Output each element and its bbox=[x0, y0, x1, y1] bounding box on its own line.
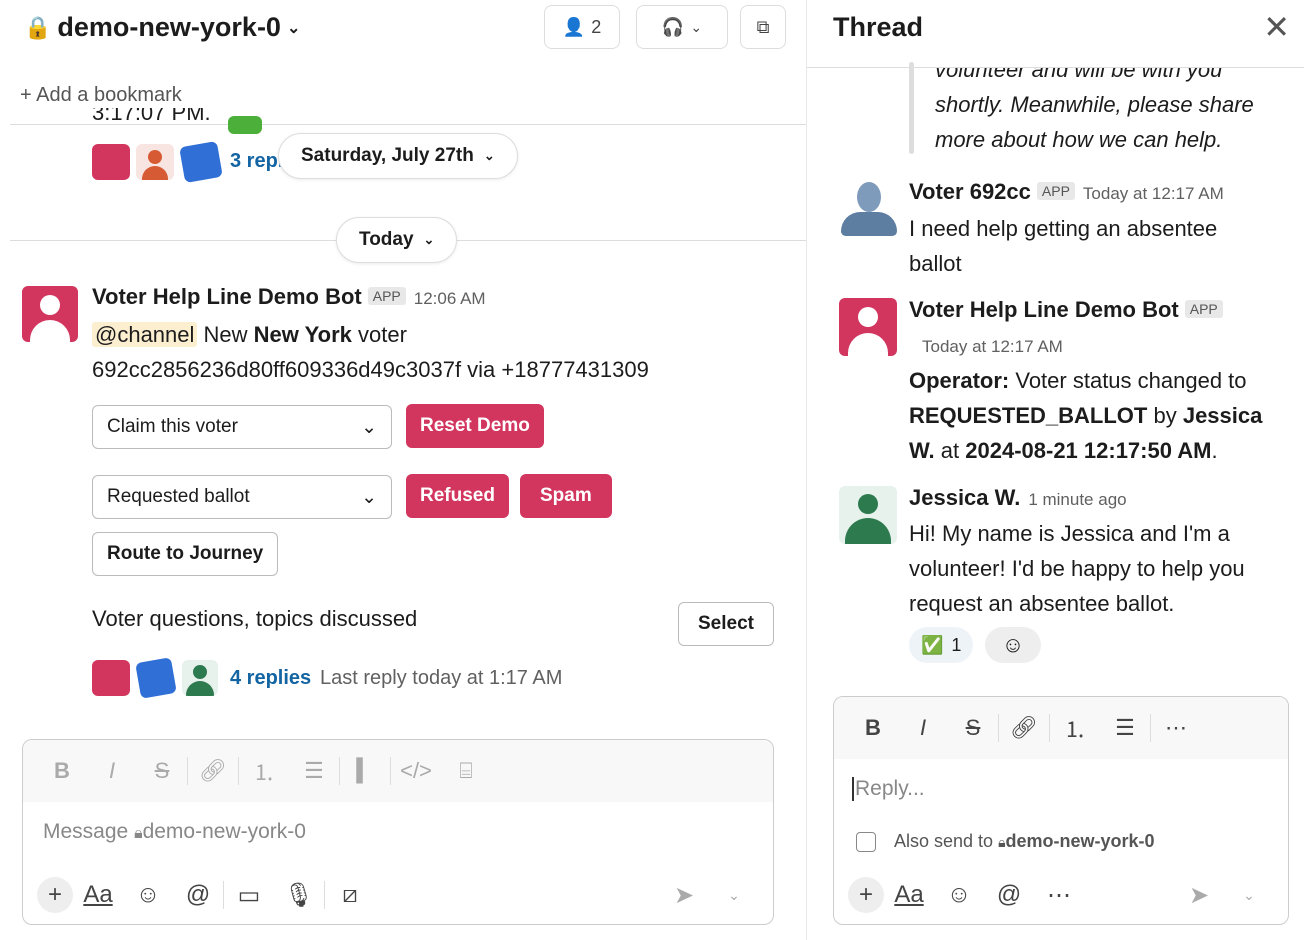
voter-avatar[interactable] bbox=[841, 180, 897, 238]
bot-avatar[interactable] bbox=[22, 286, 78, 342]
microphone-icon[interactable]: 🎙︎ bbox=[274, 881, 324, 910]
members-button[interactable]: 👤 2 bbox=[544, 5, 620, 49]
chevron-down-icon: ⌄ bbox=[423, 232, 435, 247]
strikethrough-icon[interactable]: S bbox=[137, 758, 187, 784]
lock-icon: 🔒 bbox=[24, 14, 52, 40]
status-message: Operator: Voter status changed to REQUES… bbox=[909, 368, 1263, 463]
check-icon: ✅ bbox=[921, 634, 944, 655]
bold-icon[interactable]: B bbox=[37, 758, 87, 784]
ordered-list-icon[interactable]: ⒈ bbox=[239, 755, 289, 787]
canvas-button[interactable]: ⧉ bbox=[740, 5, 786, 49]
channel-mention[interactable]: @channel bbox=[92, 322, 198, 347]
person-icon: 👤 bbox=[562, 16, 586, 37]
mention-icon[interactable]: @ bbox=[984, 881, 1034, 909]
reset-demo-button[interactable]: Reset Demo bbox=[406, 404, 544, 448]
route-to-journey-button[interactable]: Route to Journey bbox=[92, 532, 279, 576]
thread-replies-link[interactable]: 4 replies bbox=[230, 667, 311, 690]
chevron-down-icon: ⌄ bbox=[286, 19, 301, 37]
italic-icon[interactable]: I bbox=[898, 715, 948, 741]
canvas-icon: ⧉ bbox=[756, 16, 770, 37]
chevron-down-icon: ⌄ bbox=[361, 416, 377, 438]
code-icon[interactable]: </> bbox=[391, 758, 441, 784]
link-icon[interactable]: 🔗︎ bbox=[188, 758, 238, 784]
message-time[interactable]: 12:06 AM bbox=[414, 289, 486, 308]
reply-composer: B I S 🔗︎ ⒈ ☰ ⋯ Reply... Also send to 🔒︎demo-ne… bbox=[833, 696, 1289, 925]
message-body: @channel New New York voter 692cc2856236d… bbox=[92, 322, 649, 382]
avatar bbox=[92, 660, 130, 696]
emoji-icon[interactable]: ☺ bbox=[934, 881, 984, 909]
bold-icon[interactable]: B bbox=[848, 715, 898, 741]
chevron-down-icon[interactable]: ⌄ bbox=[1224, 887, 1274, 904]
channel-title[interactable]: 🔒 demo-new-york-0 ⌄ bbox=[24, 12, 300, 43]
emoji-icon[interactable]: ☺ bbox=[123, 881, 173, 909]
chevron-down-icon: ⌄ bbox=[690, 18, 703, 35]
bullet-list-icon[interactable]: ☰ bbox=[1100, 715, 1150, 741]
thread-pane: Thread ✕ volunteer and will be with you s… bbox=[806, 0, 1304, 940]
italic-icon[interactable]: I bbox=[87, 758, 137, 784]
select-button[interactable]: Select bbox=[678, 602, 774, 646]
send-icon[interactable]: ➤ bbox=[1174, 881, 1224, 910]
date-jump-today[interactable]: Today ⌄ bbox=[336, 217, 458, 263]
jessica-avatar[interactable] bbox=[839, 486, 897, 544]
checkmark-reaction[interactable] bbox=[228, 116, 262, 134]
plus-icon[interactable]: + bbox=[848, 877, 884, 913]
blockquote-icon[interactable]: ▍ bbox=[340, 758, 390, 784]
also-send-checkbox[interactable]: Also send to 🔒︎demo-new-york-0 bbox=[856, 831, 1155, 852]
add-bookmark[interactable]: + Add a bookmark bbox=[20, 84, 182, 107]
strikethrough-icon[interactable]: S bbox=[948, 715, 998, 741]
book-avatar bbox=[179, 140, 223, 184]
format-icon[interactable]: Aa bbox=[884, 881, 934, 909]
claim-voter-select[interactable]: Claim this voter ⌄ bbox=[92, 405, 392, 449]
send-icon[interactable]: ➤ bbox=[659, 881, 709, 910]
avatar bbox=[136, 144, 174, 180]
plus-icon: + bbox=[20, 84, 37, 106]
lock-icon: 🔒︎ bbox=[998, 834, 1006, 850]
quote-bar bbox=[909, 62, 914, 154]
message-author[interactable]: Voter Help Line Demo Bot bbox=[92, 284, 362, 309]
lock-icon: 🔒︎ bbox=[134, 825, 143, 842]
message-input[interactable]: Message 🔒︎demo-new-york-0 bbox=[43, 820, 306, 844]
avatar bbox=[92, 144, 130, 180]
more-icon[interactable]: ⋯ bbox=[1151, 715, 1201, 741]
ordered-list-icon[interactable]: ⒈ bbox=[1050, 712, 1100, 744]
book-avatar bbox=[135, 657, 177, 699]
headphones-icon: 🎧 bbox=[661, 16, 685, 37]
avatar bbox=[182, 660, 218, 696]
format-icon[interactable]: Aa bbox=[73, 881, 123, 909]
chevron-down-icon: ⌄ bbox=[361, 486, 377, 508]
channel-pane: 🔒 demo-new-york-0 ⌄ 👤 2 🎧 ⌄ ⧉ + Add a book… bbox=[0, 0, 806, 940]
bullet-list-icon[interactable]: ☰ bbox=[289, 758, 339, 784]
bot-avatar[interactable] bbox=[839, 298, 897, 356]
status-select[interactable]: Requested ballot ⌄ bbox=[92, 475, 392, 519]
thread-title: Thread bbox=[833, 12, 924, 42]
plus-icon[interactable]: + bbox=[37, 877, 73, 913]
refused-button[interactable]: Refused bbox=[406, 474, 509, 518]
mention-icon[interactable]: @ bbox=[173, 881, 223, 909]
link-icon[interactable]: 🔗︎ bbox=[999, 715, 1049, 741]
more-icon[interactable]: ⋯ bbox=[1034, 881, 1084, 910]
spam-button[interactable]: Spam bbox=[520, 474, 612, 518]
topics-label: Voter questions, topics discussed bbox=[92, 606, 418, 631]
chevron-down-icon[interactable]: ⌄ bbox=[709, 887, 759, 904]
reply-input[interactable]: Reply... bbox=[852, 777, 925, 801]
huddle-button[interactable]: 🎧 ⌄ bbox=[636, 5, 728, 49]
checkbox[interactable] bbox=[856, 831, 876, 852]
chevron-down-icon: ⌄ bbox=[483, 148, 495, 163]
date-jump-saturday[interactable]: Saturday, July 27th ⌄ bbox=[278, 133, 518, 179]
code-block-icon[interactable]: ⌸ bbox=[441, 758, 491, 784]
video-icon[interactable]: ▭ bbox=[224, 881, 274, 910]
app-badge: APP bbox=[367, 287, 406, 305]
message-composer: B I S 🔗︎ ⒈ ☰ ▍ </> ⌸ Message 🔒︎demo-new-york-0 +… bbox=[22, 739, 774, 925]
add-reaction-icon[interactable]: ☺ bbox=[985, 627, 1041, 663]
checkmark-reaction[interactable]: ✅ 1 bbox=[909, 627, 974, 663]
close-icon[interactable]: ✕ bbox=[1263, 8, 1290, 46]
slash-command-icon[interactable]: ⧄ bbox=[325, 881, 375, 909]
